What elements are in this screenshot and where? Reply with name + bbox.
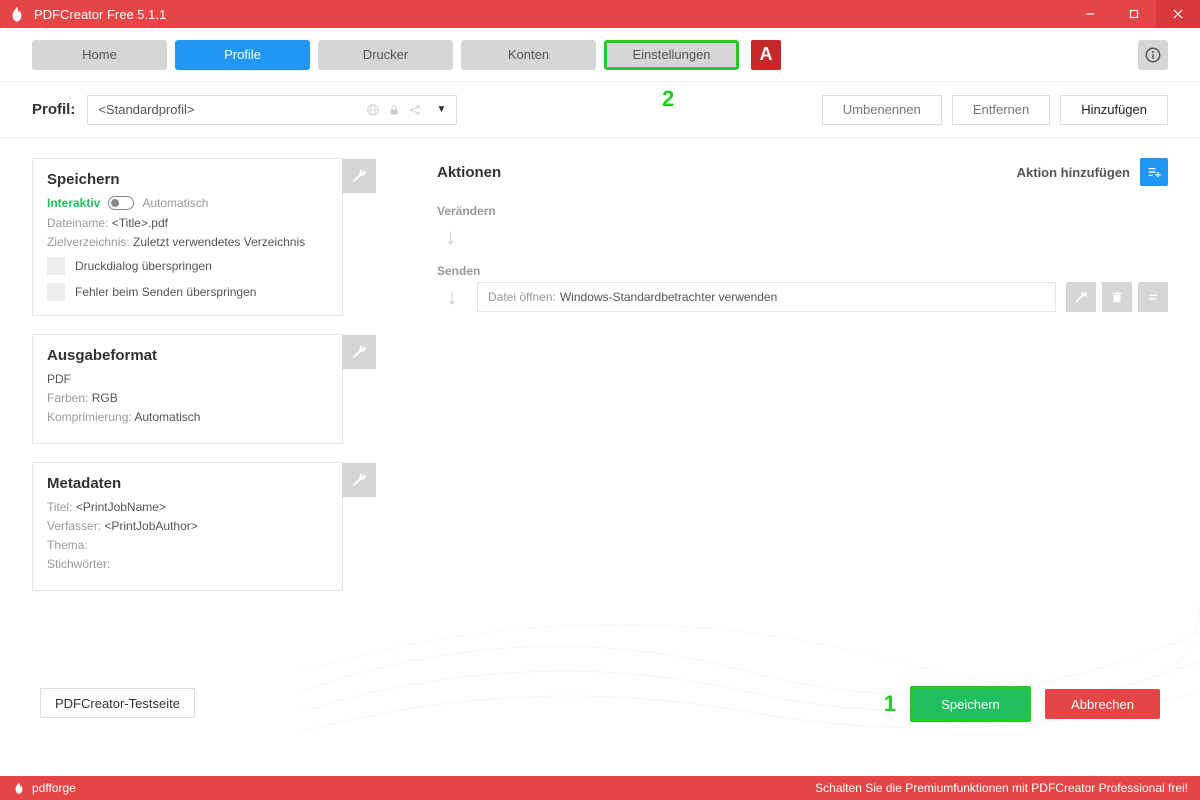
titel-label: Titel: — [47, 500, 73, 514]
card-ausgabeformat-settings-button[interactable] — [342, 335, 376, 369]
wrench-icon — [351, 472, 367, 488]
content-area: Speichern Interaktiv Automatisch Dateina… — [0, 138, 1200, 776]
right-column: Aktionen Aktion hinzufügen Verändern ↓ S… — [437, 158, 1168, 776]
komprimierung-label: Komprimierung: — [47, 410, 132, 424]
wrench-icon — [351, 168, 367, 184]
left-column: Speichern Interaktiv Automatisch Dateina… — [32, 158, 377, 776]
verfasser-label: Verfasser: — [47, 519, 101, 533]
card-speichern-settings-button[interactable] — [342, 159, 376, 193]
tab-profile[interactable]: Profile — [175, 40, 310, 70]
zielverzeichnis-value: Zuletzt verwendetes Verzeichnis — [133, 235, 305, 249]
action-delete-button[interactable] — [1102, 282, 1132, 312]
action-datei-oeffnen[interactable]: Datei öffnen: Windows-Standardbetrachter… — [477, 282, 1056, 312]
arrow-down-icon: ↓ — [445, 224, 1168, 250]
checkbox-druckdialog[interactable] — [47, 257, 65, 275]
main-tabbar: Home Profile Drucker Konten Einstellunge… — [0, 28, 1200, 82]
komprimierung-value: Automatisch — [134, 410, 200, 424]
farben-value: RGB — [92, 391, 118, 405]
add-action-label: Aktion hinzufügen — [1017, 165, 1130, 180]
window-maximize-button[interactable] — [1112, 0, 1156, 28]
trash-icon — [1110, 290, 1124, 304]
profile-selected-value: <Standardprofil> — [98, 102, 194, 117]
interaktiv-toggle[interactable] — [108, 196, 134, 210]
arrow-down-icon: ↓ — [437, 284, 467, 310]
card-metadaten-settings-button[interactable] — [342, 463, 376, 497]
callout-1: 1 — [884, 691, 896, 717]
wrench-icon — [351, 344, 367, 360]
action-configure-button[interactable] — [1066, 282, 1096, 312]
card-speichern-title: Speichern — [47, 171, 328, 188]
lock-icon — [388, 103, 400, 117]
profile-label: Profil: — [32, 101, 75, 118]
titlebar: PDFCreator Free 5.1.1 — [0, 0, 1200, 28]
window-close-button[interactable] — [1156, 0, 1200, 28]
testseite-button[interactable]: PDFCreator-Testseite — [40, 688, 195, 718]
zielverzeichnis-label: Zielverzeichnis: — [47, 235, 130, 249]
share-icon — [408, 103, 422, 117]
thema-label: Thema: — [47, 538, 88, 552]
senden-label: Senden — [437, 264, 1168, 278]
app-title: PDFCreator Free 5.1.1 — [34, 7, 1068, 22]
info-button[interactable] — [1138, 40, 1168, 70]
automatisch-label: Automatisch — [142, 196, 208, 210]
bottom-bar: pdfforge Schalten Sie die Premiumfunktio… — [0, 776, 1200, 800]
dateiname-label: Dateiname: — [47, 216, 108, 230]
profile-select[interactable]: <Standardprofil> ▼ — [87, 95, 457, 125]
interaktiv-label: Interaktiv — [47, 196, 100, 210]
wrench-icon — [1074, 290, 1088, 304]
add-profile-button[interactable]: Hinzufügen — [1060, 95, 1168, 125]
checkbox-druckdialog-label: Druckdialog überspringen — [75, 259, 212, 273]
tab-drucker[interactable]: Drucker — [318, 40, 453, 70]
card-ausgabeformat-title: Ausgabeformat — [47, 347, 328, 364]
window-minimize-button[interactable] — [1068, 0, 1112, 28]
tab-einstellungen[interactable]: Einstellungen — [604, 40, 739, 70]
app-window: PDFCreator Free 5.1.1 Home Profile Druck… — [0, 0, 1200, 800]
dateiname-value: <Title>.pdf — [112, 216, 168, 230]
format-value: PDF — [47, 372, 71, 386]
card-speichern: Speichern Interaktiv Automatisch Dateina… — [32, 158, 343, 316]
tab-konten[interactable]: Konten — [461, 40, 596, 70]
checkbox-fehler-senden-label: Fehler beim Senden überspringen — [75, 285, 256, 299]
add-list-icon — [1146, 164, 1162, 180]
promo-text[interactable]: Schalten Sie die Premiumfunktionen mit P… — [815, 781, 1188, 795]
card-metadaten: Metadaten Titel: <PrintJobName> Verfasse… — [32, 462, 343, 591]
aktionen-heading: Aktionen — [437, 164, 501, 181]
profile-row: Profil: <Standardprofil> ▼ Umbenennen En… — [0, 82, 1200, 138]
farben-label: Farben: — [47, 391, 88, 405]
stichwoerter-label: Stichwörter: — [47, 557, 110, 571]
app-flame-icon — [8, 5, 26, 23]
tab-home[interactable]: Home — [32, 40, 167, 70]
brand-badge[interactable]: A — [751, 40, 781, 70]
rename-profile-button[interactable]: Umbenennen — [822, 95, 942, 125]
checkbox-fehler-senden[interactable] — [47, 283, 65, 301]
pdfforge-flame-icon — [12, 781, 26, 795]
add-action-button[interactable] — [1140, 158, 1168, 186]
verfasser-value: <PrintJobAuthor> — [104, 519, 197, 533]
titel-value: <PrintJobName> — [76, 500, 166, 514]
drag-icon — [1146, 290, 1160, 304]
chevron-down-icon: ▼ — [436, 104, 446, 115]
save-button[interactable]: Speichern — [910, 686, 1031, 722]
datei-oeffnen-label: Datei öffnen: — [488, 290, 556, 304]
info-icon — [1144, 46, 1162, 64]
pdfforge-brand[interactable]: pdfforge — [32, 781, 76, 795]
card-metadaten-title: Metadaten — [47, 475, 328, 492]
veraendern-label: Verändern — [437, 204, 1168, 218]
card-ausgabeformat: Ausgabeformat PDF Farben: RGB Komprimier… — [32, 334, 343, 444]
callout-2: 2 — [662, 86, 674, 112]
datei-oeffnen-value: Windows-Standardbetrachter verwenden — [560, 290, 777, 304]
remove-profile-button[interactable]: Entfernen — [952, 95, 1050, 125]
action-reorder-button[interactable] — [1138, 282, 1168, 312]
cancel-button[interactable]: Abbrechen — [1045, 689, 1160, 719]
globe-icon — [366, 103, 380, 117]
